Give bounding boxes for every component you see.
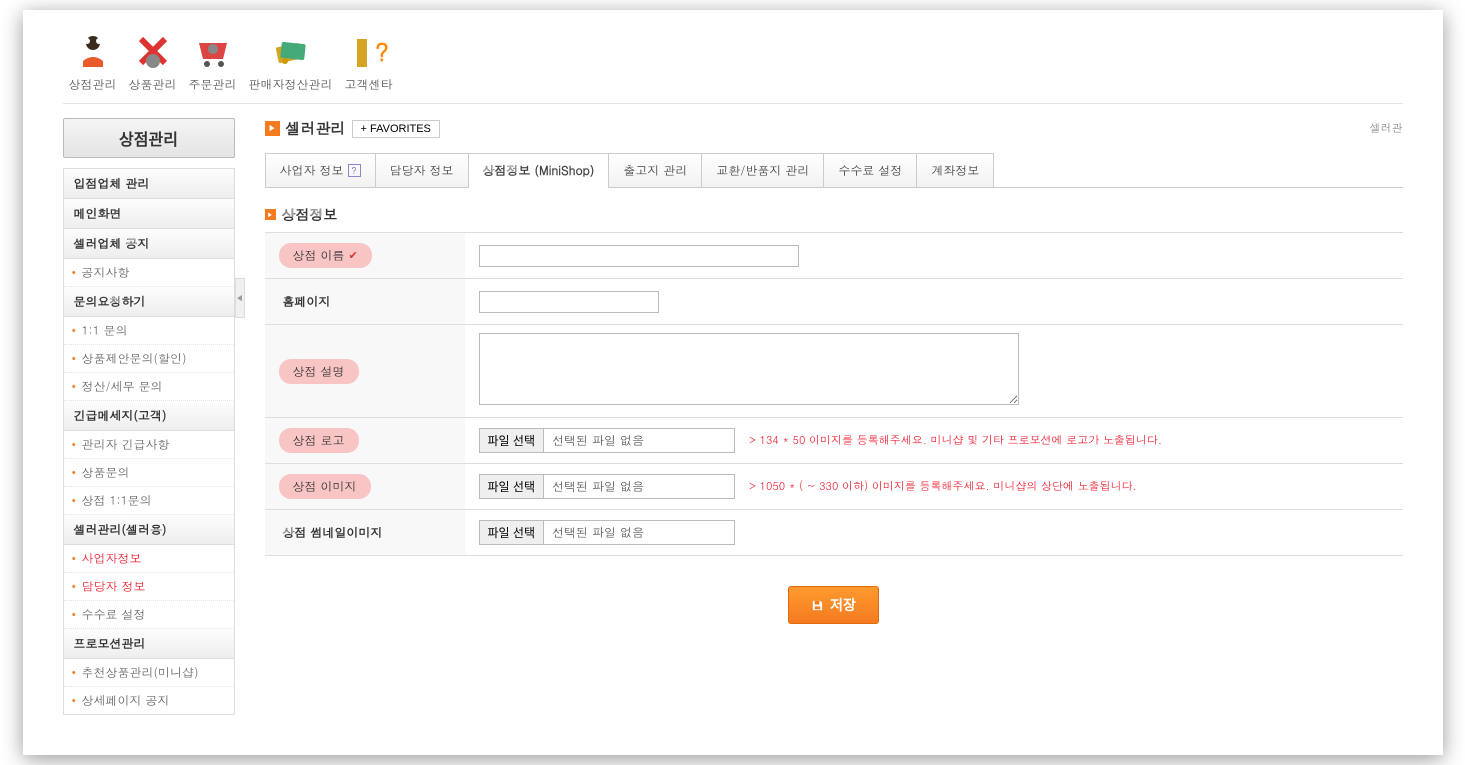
tab[interactable]: 사업자 정보 ? xyxy=(265,153,376,187)
tab[interactable]: 상점정보 (MiniShop) xyxy=(468,153,610,187)
save-button[interactable]: 저장 xyxy=(788,586,879,624)
file-label: 선택된 파일 없음 xyxy=(544,475,734,498)
sidebar-item[interactable]: 관리자 긴급사항 xyxy=(64,431,234,459)
tab[interactable]: 출고지 관리 xyxy=(608,153,702,187)
homepage-input[interactable] xyxy=(479,291,659,313)
sidebar-item[interactable]: 상점 1:1문의 xyxy=(64,487,234,515)
topnav-label: 주문관리 xyxy=(189,76,237,93)
topnav-cs[interactable]: ? 고객센타 xyxy=(339,30,399,93)
page-header: 셀러관리 + FAVORITES 셀러관 xyxy=(265,118,1403,139)
tabs: 사업자 정보 ?담당자 정보상점정보 (MiniShop)출고지 관리교환/반품… xyxy=(265,153,1403,188)
help-icon[interactable]: ? xyxy=(348,164,361,177)
shop-name-input[interactable] xyxy=(479,245,799,267)
file-select-button[interactable]: 파일 선택 xyxy=(480,521,545,544)
save-bar: 저장 xyxy=(265,586,1403,624)
person-icon xyxy=(72,30,114,72)
file-label: 선택된 파일 없음 xyxy=(544,521,734,544)
question-icon: ? xyxy=(348,30,390,72)
sidebar-item[interactable]: 사업자정보 xyxy=(64,545,234,573)
sidebar-group-head[interactable]: 셀러업체 공지 xyxy=(64,229,234,259)
shop-image-file[interactable]: 파일 선택 선택된 파일 없음 xyxy=(479,474,736,499)
arrow-icon xyxy=(265,121,280,136)
sidebar-item[interactable]: 공지사항 xyxy=(64,259,234,287)
section-title: 상점정보 xyxy=(282,204,338,224)
topnav-label: 고객센타 xyxy=(345,76,393,93)
svg-text:?: ? xyxy=(375,34,389,68)
topnav-product[interactable]: 상품관리 xyxy=(123,30,183,93)
sidebar-item[interactable]: 상품제안문의(할인) xyxy=(64,345,234,373)
tab[interactable]: 담당자 정보 xyxy=(375,153,469,187)
label-shop-image: 상점 이미지 xyxy=(279,474,371,499)
sidebar-item[interactable]: 상품문의 xyxy=(64,459,234,487)
shop-logo-hint: > 134 * 50 이미지를 등록해주세요. 미니샵 및 기타 프로모션에 로… xyxy=(749,433,1162,448)
sidebar-item[interactable]: 수수료 설정 xyxy=(64,601,234,629)
cards-icon xyxy=(270,30,312,72)
sidebar-item[interactable]: 1:1 문의 xyxy=(64,317,234,345)
required-icon: ✔ xyxy=(349,248,358,263)
label-shop-thumb: 상점 썸네일이미지 xyxy=(279,520,397,545)
sidebar-item[interactable]: 정산/세무 문의 xyxy=(64,373,234,401)
sidebar-group-head[interactable]: 셀러관리(셀러용) xyxy=(64,515,234,545)
cart-icon xyxy=(192,30,234,72)
label-shop-desc: 상점 설명 xyxy=(279,359,359,384)
file-select-button[interactable]: 파일 선택 xyxy=(480,429,545,452)
label-shop-logo: 상점 로고 xyxy=(279,428,359,453)
file-label: 선택된 파일 없음 xyxy=(544,429,734,452)
label-shop-name: 상점 이름 ✔ xyxy=(279,243,372,268)
favorites-button[interactable]: + FAVORITES xyxy=(352,120,440,138)
sidebar-group-head[interactable]: 문의요청하기 xyxy=(64,287,234,317)
save-icon xyxy=(811,599,824,612)
shop-image-hint: > 1050 * ( ~ 330 이하) 이미지를 등록해주세요. 미니샵의 상… xyxy=(749,479,1137,494)
sidebar-group-head[interactable]: 긴급메세지(고객) xyxy=(64,401,234,431)
shop-desc-textarea[interactable] xyxy=(479,333,1019,405)
sidebar-group-head[interactable]: 입점업체 관리 xyxy=(64,169,234,199)
sidebar-group-head[interactable]: 메인화면 xyxy=(64,199,234,229)
save-label: 저장 xyxy=(830,595,856,615)
shop-logo-file[interactable]: 파일 선택 선택된 파일 없음 xyxy=(479,428,736,453)
topnav-store[interactable]: 상점관리 xyxy=(63,30,123,93)
cancel-icon xyxy=(132,30,174,72)
topnav-settlement[interactable]: 판매자정산관리 xyxy=(243,30,339,93)
bullet-icon xyxy=(265,209,276,220)
sidebar-item[interactable]: 담당자 정보 xyxy=(64,573,234,601)
topnav-label: 상품관리 xyxy=(129,76,177,93)
breadcrumb: 셀러관 xyxy=(1370,121,1403,136)
sidebar-group-head[interactable]: 프로모션관리 xyxy=(64,629,234,659)
file-select-button[interactable]: 파일 선택 xyxy=(480,475,545,498)
sidebar-item[interactable]: 추천상품관리(미니샵) xyxy=(64,659,234,687)
sidebar-collapse-handle[interactable] xyxy=(235,278,245,318)
tab[interactable]: 계좌정보 xyxy=(916,153,994,187)
label-homepage: 홈페이지 xyxy=(279,289,345,314)
tab[interactable]: 교환/반품지 관리 xyxy=(701,153,824,187)
content: 셀러관리 + FAVORITES 셀러관 사업자 정보 ?담당자 정보상점정보 … xyxy=(235,118,1403,715)
sidebar-item[interactable]: 상세페이지 공지 xyxy=(64,687,234,714)
top-nav: 상점관리 상품관리 주문관리 판매자정산관리 ? 고객센타 xyxy=(63,30,1403,104)
form-table: 상점 이름 ✔ 홈페이지 상점 설명 상점 로고 파일 xyxy=(265,232,1403,556)
shop-thumb-file[interactable]: 파일 선택 선택된 파일 없음 xyxy=(479,520,736,545)
sidebar: 상점관리 입점업체 관리메인화면셀러업체 공지공지사항문의요청하기1:1 문의상… xyxy=(63,118,235,715)
topnav-order[interactable]: 주문관리 xyxy=(183,30,243,93)
topnav-label: 판매자정산관리 xyxy=(249,76,333,93)
tab[interactable]: 수수료 설정 xyxy=(823,153,917,187)
topnav-label: 상점관리 xyxy=(69,76,117,93)
page-title: 셀러관리 xyxy=(286,118,346,139)
sidebar-title-button[interactable]: 상점관리 xyxy=(63,118,235,158)
section-title-row: 상점정보 xyxy=(265,204,1403,224)
